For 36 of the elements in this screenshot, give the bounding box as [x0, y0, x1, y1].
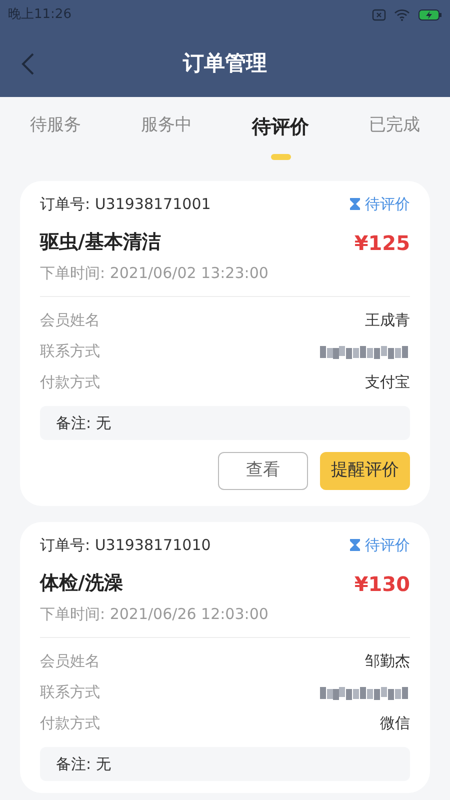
price: ¥130	[354, 570, 410, 598]
field-label: 付款方式	[40, 372, 100, 394]
field-value: 微信	[380, 713, 410, 734]
order-time: 下单时间: 2021/06/26 12:03:00	[40, 604, 270, 624]
order-number: 订单号: U31938171001	[40, 194, 211, 215]
field-label: 付款方式	[40, 713, 100, 734]
order-status: 待评价	[365, 535, 410, 556]
price: ¥125	[354, 230, 410, 256]
order-status: 待评价	[365, 194, 410, 215]
remind-review-button[interactable]: 提醒评价	[320, 452, 410, 490]
note-text: 备注: 无	[56, 754, 111, 775]
page-title: 订单管理	[183, 50, 267, 77]
note-text: 备注: 无	[56, 412, 111, 434]
field-label: 联系方式	[40, 341, 100, 362]
tab[interactable]: 已完成	[369, 113, 420, 138]
field-value: 支付宝	[365, 372, 410, 394]
hourglass-icon	[349, 538, 361, 552]
order-number: 订单号: U31938171010	[40, 535, 211, 556]
field-value: 邹勤杰	[365, 651, 410, 672]
battery-icon	[418, 9, 442, 21]
view-button[interactable]: 查看	[218, 452, 308, 490]
service-name: 驱虫/基本清洁	[40, 230, 161, 256]
status-time: 晚上11:26	[8, 6, 72, 24]
wifi-icon	[394, 9, 410, 21]
tab[interactable]: 待评价	[252, 113, 309, 160]
tab[interactable]: 待服务	[30, 113, 81, 138]
order-time: 下单时间: 2021/06/02 13:23:00	[40, 262, 270, 284]
tab[interactable]: 服务中	[141, 113, 192, 138]
hourglass-icon	[349, 197, 361, 212]
sim-icon	[372, 9, 386, 21]
service-name: 体检/洗澡	[40, 571, 123, 596]
field-value: 王成青	[365, 310, 410, 332]
field-label: 联系方式	[40, 682, 100, 704]
back-icon	[21, 52, 35, 76]
field-label: 会员姓名	[40, 651, 100, 672]
field-label: 会员姓名	[40, 310, 100, 332]
